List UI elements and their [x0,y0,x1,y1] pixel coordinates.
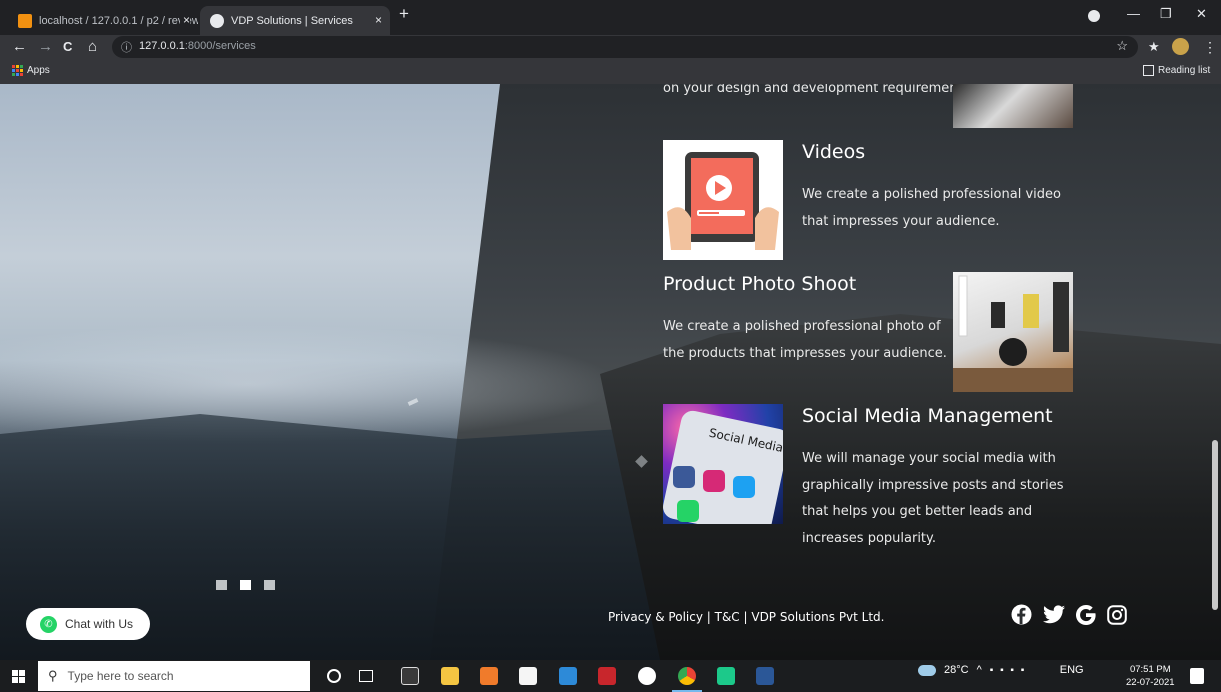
tray-icons[interactable]: ▪ ▪ ▪ ▪ [990,665,1052,676]
tab-title: VDP Solutions | Services [231,14,353,27]
reload-button[interactable]: C [63,38,72,56]
reading-list-icon [1143,65,1154,76]
info-icon[interactable]: ⓘ [121,39,132,55]
slider-dot[interactable] [216,580,227,590]
page-scrollbar[interactable] [1212,440,1218,610]
twitter-icon[interactable] [1043,605,1065,624]
task-view-icon[interactable] [359,670,373,682]
social-media-image: Social Media [663,404,783,524]
globe-icon [210,13,224,28]
tab-title: localhost / 127.0.0.1 / p2 / review [39,14,198,27]
services-page: on your design and development requireme… [0,84,1221,660]
apps-bookmark[interactable]: Apps [12,65,50,76]
extensions-icon[interactable]: ★ [1148,38,1160,56]
google-icon[interactable] [1076,604,1096,625]
minimize-button[interactable]: — [1127,6,1140,21]
tab-phpmyadmin[interactable]: localhost / 127.0.0.1 / p2 / review × [8,6,198,35]
service-description: We create a polished professional photo … [663,319,947,361]
windows-taskbar: ⚲ Type here to search 28°C ^ ▪ ▪ ▪ ▪ ENG… [0,660,1221,692]
videos-image [663,140,783,260]
clock-date: 22-07-2021 [1126,677,1175,688]
service-title: Videos [802,141,866,163]
service-description: We will manage your social media with gr… [802,451,1064,546]
chat-with-us-button[interactable]: ✆ Chat with Us [26,608,150,640]
tab-strip: localhost / 127.0.0.1 / p2 / review × VD… [0,0,1221,35]
service-description: We create a polished professional video … [802,187,1061,229]
whatsapp-icon: ✆ [40,615,57,633]
avatar[interactable] [1172,38,1189,55]
partial-description: on your design and development requireme… [663,84,967,96]
cortana-icon[interactable] [327,669,341,683]
store-icon[interactable] [519,667,537,685]
slider-dot[interactable] [264,580,275,590]
mail-icon[interactable] [559,667,577,685]
windows-start-icon[interactable] [12,670,25,683]
chrome-icon[interactable] [678,667,696,685]
service-title: Social Media Management [802,405,1053,427]
footer-links[interactable]: Privacy & Policy | T&C | VDP Solutions P… [608,610,885,624]
notification-icon[interactable] [1190,668,1204,684]
social-links [1011,604,1127,625]
browser-chrome: localhost / 127.0.0.1 / p2 / review × VD… [0,0,1221,84]
taskbar-search[interactable]: ⚲ Type here to search [38,661,310,691]
word-icon[interactable] [756,667,774,685]
home-button[interactable]: ⌂ [88,38,97,56]
pycharm-icon[interactable] [717,667,735,685]
slider-dots [216,580,275,590]
forward-button[interactable]: → [38,38,53,56]
browser-menu-icon[interactable]: ⋮ [1203,38,1217,56]
url-text: 127.0.0.1:8000/services [139,40,256,52]
close-tab-icon[interactable]: × [375,13,382,27]
facebook-icon[interactable] [1011,604,1032,625]
clock-time: 07:51 PM [1129,664,1171,675]
browser-toolbar: ← → C ⌂ ⓘ 127.0.0.1:8000/services ☆ ★ ⋮ [0,35,1221,59]
system-tray: 28°C ^ ▪ ▪ ▪ ▪ ENG [918,664,1084,676]
close-window-button[interactable]: ✕ [1196,6,1207,22]
bookmark-star-icon[interactable]: ☆ [1116,38,1128,54]
profile-icon[interactable] [1088,10,1100,22]
design-service-image [953,84,1073,128]
app-icon[interactable] [638,667,656,685]
search-icon: ⚲ [48,668,58,683]
maximize-button[interactable]: ❐ [1160,6,1172,22]
product-photo-image [953,272,1073,392]
bookmarks-bar: Apps Reading list [0,61,1221,84]
reading-list-label: Reading list [1158,65,1211,76]
reading-list-button[interactable]: Reading list [1143,65,1210,76]
back-button[interactable]: ← [12,38,27,56]
terminal-icon[interactable] [401,667,419,685]
file-explorer-icon[interactable] [441,667,459,685]
instagram-icon[interactable] [1107,604,1127,625]
clock[interactable]: 07:51 PM 22-07-2021 [1126,663,1175,689]
mcafee-icon[interactable] [598,667,616,685]
phpmyadmin-icon [18,13,32,28]
close-tab-icon[interactable]: × [179,13,190,27]
search-placeholder: Type here to search [67,669,174,683]
apps-label: Apps [27,65,50,76]
service-title: Product Photo Shoot [663,273,857,295]
apps-grid-icon [12,65,23,76]
tab-vdp-services[interactable]: VDP Solutions | Services × [200,6,390,35]
weather-icon [918,664,936,676]
chat-label: Chat with Us [65,617,134,631]
xampp-icon[interactable] [480,667,498,685]
address-bar[interactable]: ⓘ 127.0.0.1:8000/services ☆ [112,36,1138,58]
chevron-up-icon[interactable]: ^ [977,664,982,676]
weather-temp[interactable]: 28°C [944,664,969,676]
new-tab-button[interactable]: + [399,4,409,24]
slider-dot[interactable] [240,580,251,590]
language-indicator[interactable]: ENG [1060,664,1084,676]
